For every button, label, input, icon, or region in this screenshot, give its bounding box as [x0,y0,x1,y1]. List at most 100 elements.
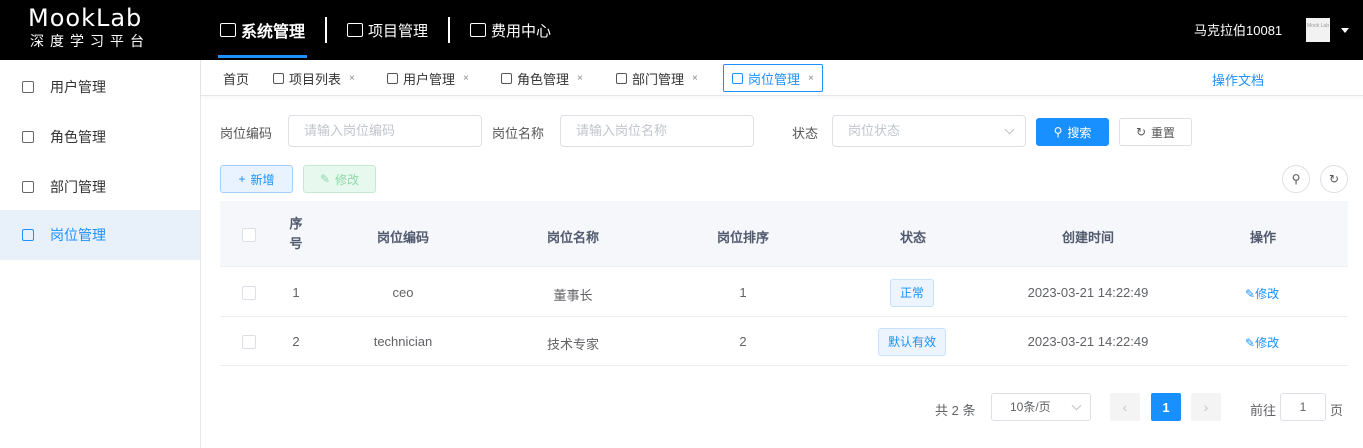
row-edit-label: 修改 [1255,336,1280,350]
status-badge: 默认有效 [878,328,947,356]
top-nav: 系统管理 项目管理 费用中心 [218,0,553,60]
sidebar-item-label: 角色管理 [50,129,106,145]
add-button[interactable]: + 新增 [220,165,293,193]
tab-label: 项目列表 [289,71,342,87]
refresh-button[interactable]: ↻ [1320,165,1348,193]
close-icon[interactable]: × [463,73,469,84]
close-icon[interactable]: × [808,73,814,84]
reset-button[interactable]: ↻ 重置 [1119,118,1192,146]
tab-label: 用户管理 [403,71,456,87]
sidebar-item-users[interactable]: 用户管理 [0,62,200,112]
chevron-down-icon [1004,124,1015,135]
cell-sort: 2 [739,334,747,349]
tab-departments[interactable]: 部门管理 × [616,64,698,92]
role-icon [501,72,512,84]
role-icon [22,131,34,143]
logo[interactable]: MookLab 深度学习平台 [28,4,178,56]
top-nav-billing[interactable]: 费用中心 [468,0,553,60]
tab-home[interactable]: 首页 [223,64,249,92]
reset-button-label: 重置 [1151,125,1176,140]
name-label: 岗位名称 [492,126,545,141]
cell-code: ceo [392,285,414,300]
prev-page-button[interactable]: ‹ [1110,393,1140,421]
org-icon [22,181,34,193]
close-icon[interactable]: × [577,73,583,84]
code-label: 岗位编码 [220,126,273,141]
close-icon[interactable]: × [349,73,355,84]
goto-page-input[interactable]: 1 [1280,393,1326,421]
top-nav-project[interactable]: 项目管理 [345,0,430,60]
select-all-checkbox[interactable] [242,228,256,242]
sidebar-item-label: 岗位管理 [50,227,106,243]
row-checkbox[interactable] [242,286,256,300]
monitor-icon [220,23,236,37]
row-checkbox[interactable] [242,335,256,349]
top-nav-label: 费用中心 [491,22,552,40]
refresh-icon: ↻ [1328,172,1340,186]
table-row: 1 ceo 董事长 1 正常 2023-03-21 14:22:49 ✎修改 [220,268,1348,317]
col-name: 岗位名称 [546,230,599,245]
chevron-left-icon: ‹ [1122,399,1128,415]
docs-link[interactable]: 操作文档 [1212,70,1264,89]
sidebar-item-departments[interactable]: 部门管理 [0,162,200,212]
nav-divider [325,17,328,43]
search-icon: ⚲ [1291,172,1301,186]
top-bar: MookLab 深度学习平台 系统管理 项目管理 费用中心 马克拉伯10081 … [0,0,1363,60]
page-number-current[interactable]: 1 [1151,393,1181,421]
tab-label: 首页 [223,71,250,87]
search-button-label: 搜索 [1067,125,1092,140]
edit-button[interactable]: ✎ 修改 [303,165,376,193]
col-sort: 岗位排序 [716,230,769,245]
page-size-select[interactable]: 10条/页 [991,393,1091,421]
col-index: 序 号 [286,214,306,254]
name-input[interactable]: 请输入岗位名称 [560,115,754,147]
org-icon [616,72,627,84]
refresh-icon: ↻ [1135,125,1147,139]
goto-suffix: 页 [1330,403,1344,418]
close-icon[interactable]: × [692,73,698,84]
chevron-right-icon: › [1203,399,1209,415]
status-select[interactable]: 岗位状态 [832,115,1026,147]
project-icon [347,23,364,37]
logo-title: MookLab [28,4,143,32]
add-button-label: 新增 [250,172,275,187]
cell-index: 2 [292,334,300,349]
billing-icon [470,23,487,37]
toggle-search-button[interactable]: ⚲ [1282,165,1310,193]
nav-divider [448,17,451,43]
post-icon [732,72,743,84]
cell-index: 1 [292,285,300,300]
username[interactable]: 马克拉伯10081 [1194,20,1282,39]
tab-project-list[interactable]: 项目列表 × [273,64,355,92]
sidebar: 用户管理 角色管理 部门管理 岗位管理 [0,60,201,448]
tab-label: 岗位管理 [748,71,801,87]
col-action: 操作 [1249,230,1276,245]
edit-button-label: 修改 [335,172,360,187]
sidebar-item-label: 部门管理 [50,179,106,195]
col-created: 创建时间 [1061,230,1114,245]
top-nav-system[interactable]: 系统管理 [218,0,308,60]
avatar[interactable]: Mook Lab [1306,18,1330,42]
page-size-value: 10条/页 [1010,400,1051,414]
search-button[interactable]: ⚲ 搜索 [1036,118,1109,146]
status-badge: 正常 [890,279,935,307]
tab-posts[interactable]: 岗位管理 × [723,64,823,92]
cell-name: 董事长 [553,288,593,303]
cell-name: 技术专家 [546,337,599,352]
tab-label: 部门管理 [632,71,685,87]
sidebar-item-posts[interactable]: 岗位管理 [0,210,200,260]
next-page-button[interactable]: › [1191,393,1221,421]
tabs-bar: 首页 项目列表 × 用户管理 × 角色管理 × 部门管理 × 岗位管理 × 操作… [201,60,1363,96]
row-edit-link[interactable]: ✎修改 [1245,285,1279,302]
tab-roles[interactable]: 角色管理 × [501,64,583,92]
tab-users[interactable]: 用户管理 × [387,64,469,92]
top-nav-label: 系统管理 [241,24,306,41]
row-edit-label: 修改 [1255,287,1280,301]
sidebar-item-roles[interactable]: 角色管理 [0,112,200,162]
cell-created: 2023-03-21 14:22:49 [1027,334,1149,349]
code-input[interactable]: 请输入岗位编码 [288,115,482,147]
caret-down-icon[interactable] [1341,28,1349,33]
search-icon: ⚲ [1053,125,1063,139]
list-icon [273,72,284,84]
row-edit-link[interactable]: ✎修改 [1245,334,1279,351]
